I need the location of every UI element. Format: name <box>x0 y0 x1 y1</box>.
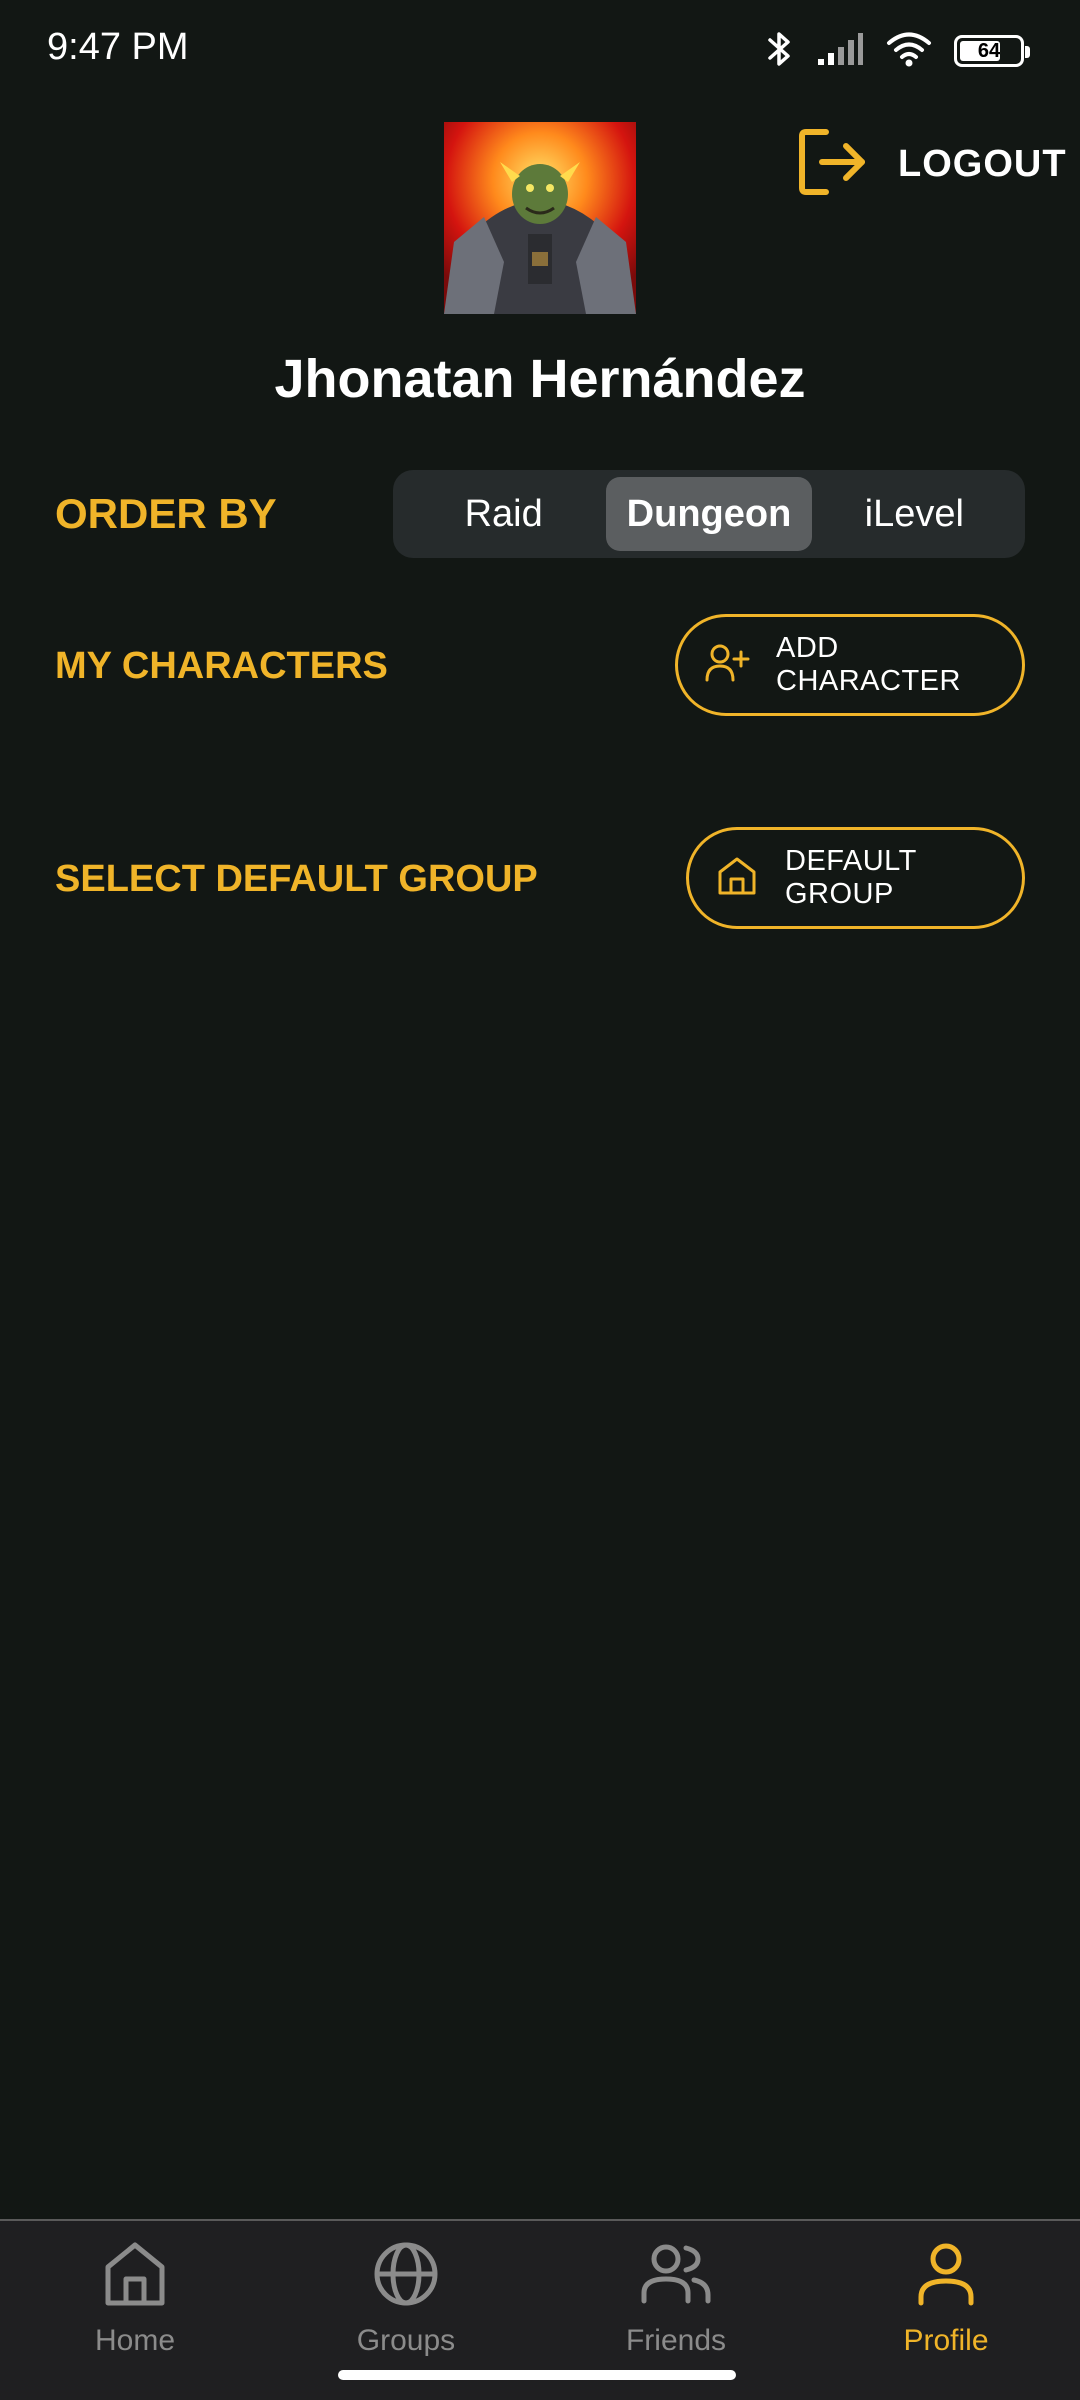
logout-icon <box>796 126 868 203</box>
battery-icon: 64 <box>954 35 1030 67</box>
select-default-group-label: SELECT DEFAULT GROUP <box>55 858 538 900</box>
logout-button[interactable]: LOGOUT <box>796 124 1067 204</box>
home-indicator[interactable] <box>338 2370 736 2380</box>
nav-label-friends: Friends <box>625 2324 727 2357</box>
status-time: 9:47 PM <box>47 26 189 68</box>
users-icon <box>638 2239 714 2314</box>
segment-raid[interactable]: Raid <box>401 477 606 551</box>
nav-label-profile: Profile <box>903 2324 989 2357</box>
default-group-button[interactable]: DEFAULT GROUP <box>686 827 1025 929</box>
signal-icon <box>816 31 864 72</box>
battery-level: 64 <box>977 39 1001 62</box>
globe-icon <box>371 2239 441 2314</box>
avatar[interactable] <box>444 122 636 314</box>
logout-label: LOGOUT <box>898 142 1067 185</box>
user-name: Jhonatan Hernández <box>274 349 806 409</box>
nav-item-friends[interactable]: Friends <box>576 2239 776 2379</box>
character-portrait-icon <box>444 122 636 314</box>
add-user-icon <box>704 642 750 689</box>
nav-item-groups[interactable]: Groups <box>306 2239 506 2379</box>
profile-screen: 9:47 PM 64 LOGOUT Jhonatan Hernández ORD… <box>0 0 1080 2400</box>
nav-label-groups: Groups <box>356 2324 456 2357</box>
add-character-label: ADD CHARACTER <box>776 632 961 697</box>
add-character-button[interactable]: ADD CHARACTER <box>675 614 1025 716</box>
bluetooth-icon <box>766 29 794 74</box>
order-by-label: ORDER BY <box>55 490 277 537</box>
home-icon <box>715 854 759 903</box>
user-icon <box>911 2239 981 2314</box>
segment-ilevel[interactable]: iLevel <box>812 477 1017 551</box>
status-icons: 64 <box>766 28 1030 74</box>
home-icon <box>100 2239 170 2314</box>
nav-item-profile[interactable]: Profile <box>846 2239 1046 2379</box>
nav-item-home[interactable]: Home <box>35 2239 235 2379</box>
default-group-label: DEFAULT GROUP <box>785 845 917 910</box>
wifi-icon <box>886 30 932 73</box>
order-by-segmented-control: Raid Dungeon iLevel <box>393 470 1025 558</box>
nav-label-home: Home <box>94 2324 176 2357</box>
status-bar: 9:47 PM 64 <box>0 0 1080 100</box>
segment-dungeon[interactable]: Dungeon <box>606 477 812 551</box>
my-characters-label: MY CHARACTERS <box>55 645 388 687</box>
